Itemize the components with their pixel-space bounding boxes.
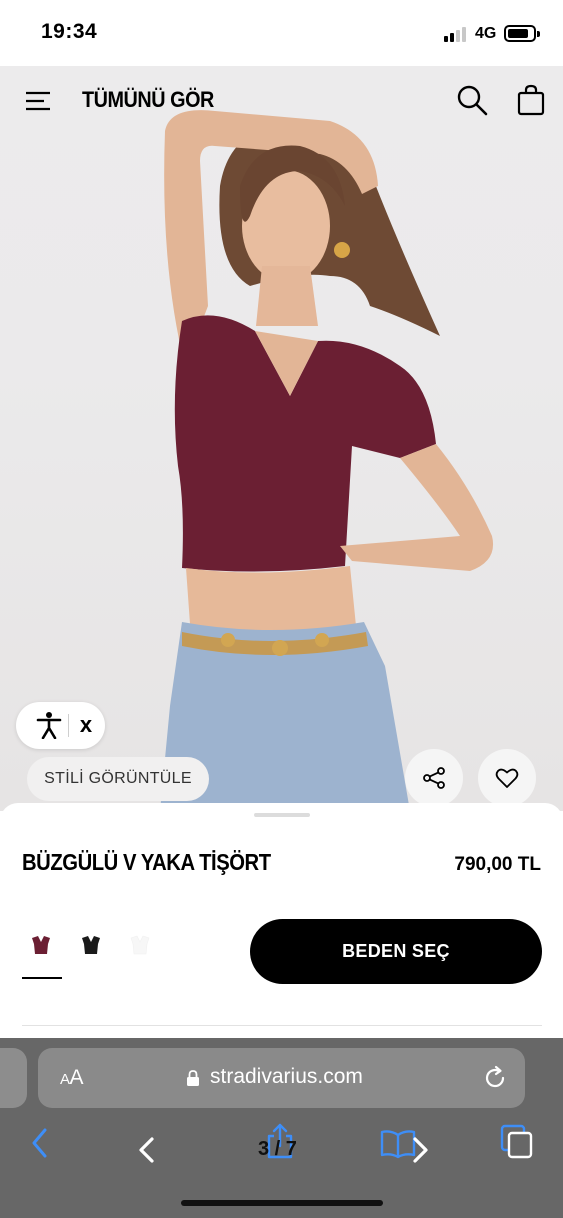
color-swatch-burgundy[interactable] [30, 934, 52, 956]
color-swatch-white[interactable] [129, 934, 151, 956]
reload-icon[interactable] [482, 1065, 508, 1091]
product-name: BÜZGÜLÜ V YAKA TİŞÖRT [22, 849, 271, 875]
sheet-handle[interactable] [254, 813, 310, 817]
accessibility-widget: x [16, 702, 105, 749]
close-accessibility-button[interactable]: x [76, 712, 96, 738]
view-style-button[interactable]: STİLİ GÖRÜNTÜLE [27, 757, 209, 801]
select-size-button[interactable]: BEDEN SEÇ [250, 919, 542, 984]
chevron-left-icon[interactable] [137, 1136, 157, 1164]
divider [68, 714, 69, 737]
model-photo [160, 110, 494, 811]
product-price: 790,00 TL [454, 854, 541, 875]
lock-icon [187, 1070, 199, 1086]
share-button[interactable] [405, 749, 463, 807]
status-time: 19:34 [41, 20, 98, 43]
image-counter: 3 / 7 [258, 1138, 297, 1160]
battery-icon [504, 25, 540, 42]
divider [22, 1025, 542, 1026]
heart-icon [495, 768, 519, 788]
chevron-right-icon[interactable] [410, 1136, 430, 1164]
search-icon[interactable] [456, 84, 488, 116]
signal-icon [444, 26, 470, 42]
home-indicator[interactable] [181, 1200, 383, 1206]
share-icon [423, 767, 445, 789]
page-title[interactable]: TÜMÜNÜ GÖR [82, 87, 214, 113]
reader-options-button[interactable]: AA [60, 1066, 84, 1090]
image-gallery-controls: 3 / 7 [0, 1098, 563, 1178]
network-label: 4G [475, 25, 497, 42]
accessibility-icon[interactable] [36, 711, 62, 739]
product-sheet: BÜZGÜLÜ V YAKA TİŞÖRT 790,00 TL BEDEN SE… [0, 803, 563, 1038]
status-bar: 19:34 4G [0, 0, 563, 66]
product-image[interactable] [0, 66, 563, 811]
favorite-button[interactable] [478, 749, 536, 807]
url-text: stradivarius.com [210, 1065, 363, 1088]
menu-icon[interactable] [24, 86, 54, 116]
color-swatch-black[interactable] [80, 934, 102, 956]
selected-swatch-indicator [22, 977, 62, 979]
shopping-bag-icon[interactable] [516, 84, 546, 116]
